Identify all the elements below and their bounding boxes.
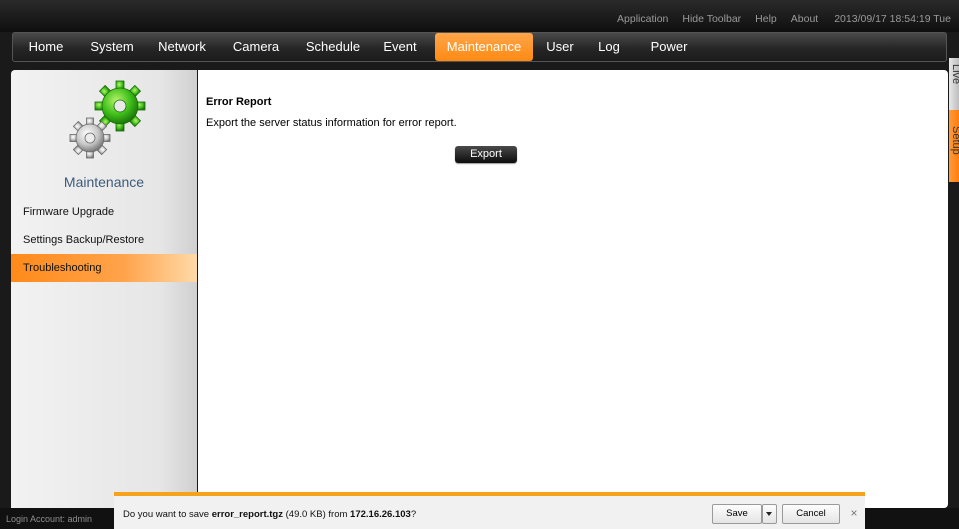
nav-home[interactable]: Home [17,33,75,61]
download-suffix: ? [410,509,417,520]
sidebar-item-firmware-upgrade[interactable]: Firmware Upgrade [11,198,197,226]
download-prefix: Do you want to save [123,509,212,520]
save-button[interactable]: Save [712,504,762,524]
download-filename: error_report.tgz [211,509,283,520]
nav-event[interactable]: Event [375,33,425,61]
toolbar-links: Application Hide Toolbar Help About 2013… [603,11,951,27]
top-toolbar: Application Hide Toolbar Help About 2013… [0,0,959,32]
hide-toolbar-link[interactable]: Hide Toolbar [682,13,741,25]
sidebar-item-settings-backup-restore[interactable]: Settings Backup/Restore [11,226,197,254]
help-link[interactable]: Help [755,13,777,25]
download-host: 172.16.26.103 [350,509,411,520]
cancel-button[interactable]: Cancel [782,504,840,524]
live-tab-label: Live [950,64,959,85]
download-size: (49.0 KB) from [282,509,351,520]
nav-camera[interactable]: Camera [225,33,287,61]
gears-icon [69,80,146,159]
nav-user[interactable]: User [537,33,583,61]
maintenance-sidebar: Maintenance Firmware Upgrade Settings Ba… [11,70,197,510]
nav-maintenance[interactable]: Maintenance [435,33,533,61]
application-link[interactable]: Application [617,13,668,25]
close-icon[interactable]: × [848,507,860,519]
main-nav: Home System Network Camera Schedule Even… [12,32,947,62]
nav-system[interactable]: System [81,33,143,61]
content-panel: Error Report Export the server status in… [198,70,948,508]
save-dropdown-button[interactable] [762,504,777,524]
about-link[interactable]: About [791,13,818,25]
page-description: Export the server status information for… [206,117,457,129]
download-message: Do you want to save error_report.tgz (49… [123,509,416,520]
nav-schedule[interactable]: Schedule [295,33,371,61]
setup-tab-label: Setup [950,126,959,155]
datetime-display: 2013/09/17 18:54:19 Tue [834,13,951,25]
nav-log[interactable]: Log [589,33,629,61]
nav-network[interactable]: Network [147,33,217,61]
login-account: Login Account: admin [6,514,93,524]
export-button[interactable]: Export [455,146,517,163]
sidebar-item-troubleshooting[interactable]: Troubleshooting [11,254,197,282]
setup-side-tab[interactable]: Setup [949,110,959,182]
live-side-tab[interactable]: Live [949,58,959,116]
sidebar-title: Maintenance [63,174,145,190]
nav-power[interactable]: Power [639,33,699,61]
download-notification-bar: Do you want to save error_report.tgz (49… [114,492,865,529]
page-title: Error Report [206,96,272,108]
